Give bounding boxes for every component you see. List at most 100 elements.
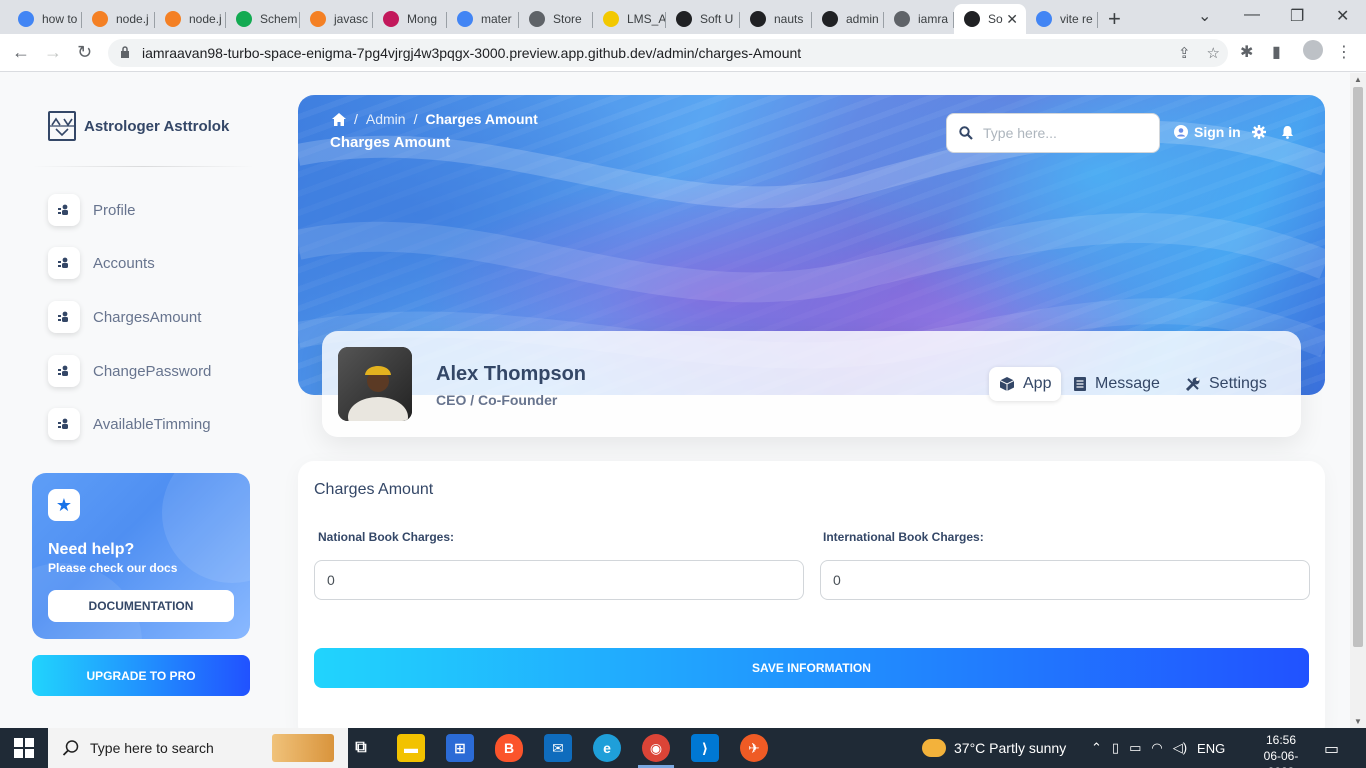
- browser-tab[interactable]: vite re: [1026, 4, 1098, 34]
- breadcrumb-separator: /: [354, 111, 358, 127]
- browser-tab[interactable]: iamra: [884, 4, 954, 34]
- user-list-icon: [48, 301, 80, 333]
- side-panel-icon[interactable]: ▮: [1272, 42, 1281, 62]
- national-charges-input[interactable]: [314, 560, 804, 600]
- google-icon: [1036, 11, 1052, 27]
- browser-tab[interactable]: Soft U: [666, 4, 740, 34]
- documentation-button[interactable]: DOCUMENTATION: [48, 590, 234, 622]
- home-icon[interactable]: [332, 112, 346, 126]
- browser-tab[interactable]: LMS_A: [593, 4, 666, 34]
- sidebar-item-accounts[interactable]: Accounts: [48, 246, 248, 280]
- browser-tab[interactable]: Schem: [226, 4, 300, 34]
- file-explorer-icon[interactable]: ▬: [397, 734, 425, 762]
- browser-tab[interactable]: node.j: [155, 4, 226, 34]
- browser-tab-label: node.j: [116, 12, 149, 26]
- browser-tab[interactable]: javasc: [300, 4, 373, 34]
- taskbar-search[interactable]: Type here to search: [48, 728, 348, 768]
- search-box[interactable]: [946, 113, 1160, 153]
- close-tab-icon[interactable]: ✕: [1006, 11, 1018, 28]
- browser-tab[interactable]: admin: [812, 4, 884, 34]
- gear-icon[interactable]: [1252, 125, 1266, 139]
- browser-tab[interactable]: node.j: [82, 4, 155, 34]
- search-icon: [959, 126, 973, 140]
- browser-tab-label: Store: [553, 12, 582, 26]
- tab-message[interactable]: Message: [1063, 367, 1170, 401]
- scroll-up-icon[interactable]: ▲: [1354, 75, 1362, 84]
- taskbar-clock[interactable]: 16:56 06-06-2023: [1256, 732, 1306, 768]
- forward-icon[interactable]: →: [44, 42, 62, 63]
- language-indicator[interactable]: ENG: [1197, 741, 1225, 756]
- chrome-browser-icon[interactable]: ◉: [642, 734, 670, 762]
- help-title: Need help?: [48, 541, 135, 558]
- vscode-icon[interactable]: ⟩: [691, 734, 719, 762]
- form-title: Charges Amount: [314, 481, 434, 498]
- maximize-button[interactable]: ❐: [1290, 6, 1304, 26]
- sidebar-item-chargesamount[interactable]: ChargesAmount: [48, 300, 248, 334]
- breadcrumb-admin[interactable]: Admin: [366, 111, 406, 127]
- reload-icon[interactable]: ↻: [77, 42, 92, 63]
- scrollbar-thumb[interactable]: [1353, 87, 1363, 647]
- more-menu-icon[interactable]: ⋮: [1336, 42, 1352, 62]
- address-bar[interactable]: iamraavan98-turbo-space-enigma-7pg4vjrgj…: [108, 39, 1228, 67]
- international-charges-input[interactable]: [820, 560, 1310, 600]
- bow-icon: [964, 11, 980, 27]
- search-input[interactable]: [983, 125, 1143, 141]
- browser-tab-label: nauts: [774, 12, 804, 26]
- sidebar-item-availabletimming[interactable]: AvailableTimming: [48, 407, 248, 441]
- edge-browser-icon[interactable]: e: [593, 734, 621, 762]
- tab-settings[interactable]: Settings: [1175, 367, 1277, 401]
- stackoverflow-icon: [310, 11, 326, 27]
- new-tab-button[interactable]: +: [1108, 6, 1121, 32]
- postman-icon[interactable]: ✈: [740, 734, 768, 762]
- browser-tab[interactable]: how to: [8, 4, 82, 34]
- sidebar-item-label: ChargesAmount: [93, 308, 202, 326]
- share-icon[interactable]: ⇪: [1178, 44, 1191, 62]
- star-icon: ★: [48, 489, 80, 521]
- tab-search-icon[interactable]: ⌄: [1198, 6, 1211, 26]
- sign-in-link[interactable]: Sign in: [1174, 124, 1241, 140]
- browser-tab-label: Mong: [407, 12, 438, 26]
- lock-icon: [121, 46, 129, 58]
- battery-icon[interactable]: ▭: [1129, 740, 1141, 756]
- tab-app[interactable]: App: [989, 367, 1062, 401]
- volume-icon[interactable]: ◁): [1173, 740, 1187, 756]
- notification-icon[interactable]: ▭: [1324, 739, 1339, 759]
- google-icon: [457, 11, 473, 27]
- bell-icon[interactable]: [1281, 125, 1294, 139]
- sidebar-item-profile[interactable]: Profile: [48, 193, 248, 227]
- page-scrollbar[interactable]: ▲ ▼: [1350, 73, 1366, 728]
- back-icon[interactable]: ←: [12, 42, 30, 63]
- browser-tab[interactable]: mater: [447, 4, 519, 34]
- clock-date: 06-06-2023: [1263, 749, 1299, 768]
- browser-tab-label: So: [988, 12, 1003, 26]
- weather-widget[interactable]: 37°C Partly sunny: [922, 728, 1066, 768]
- sidebar-item-changepassword[interactable]: ChangePassword: [48, 354, 248, 388]
- browser-tab-strip: how to node.j node.j Schem javasc Mong mater St…: [0, 0, 1366, 34]
- browser-tab[interactable]: Mong: [373, 4, 447, 34]
- chevron-up-icon[interactable]: ⌃: [1091, 740, 1102, 756]
- bookmark-star-icon[interactable]: ☆: [1207, 44, 1220, 62]
- weather-text: 37°C Partly sunny: [954, 740, 1067, 756]
- browser-tab[interactable]: So ✕: [954, 4, 1026, 34]
- browser-tab[interactable]: Store: [519, 4, 593, 34]
- microsoft-store-icon[interactable]: ⊞: [446, 734, 474, 762]
- international-charges-label: International Book Charges:: [823, 530, 984, 544]
- brand[interactable]: Astrologer Asttrolok: [48, 111, 229, 141]
- save-information-button[interactable]: SAVE INFORMATION: [314, 648, 1309, 688]
- task-view-icon[interactable]: ⧉: [347, 734, 375, 762]
- scroll-down-icon[interactable]: ▼: [1354, 717, 1362, 726]
- minimize-button[interactable]: —: [1244, 6, 1260, 24]
- wifi-icon[interactable]: ◠: [1151, 740, 1162, 756]
- device-icon[interactable]: ▯: [1112, 740, 1119, 756]
- close-window-button[interactable]: ✕: [1336, 6, 1349, 26]
- extensions-icon[interactable]: ✱: [1240, 42, 1253, 62]
- brave-browser-icon[interactable]: B: [495, 734, 523, 762]
- mail-icon[interactable]: ✉: [544, 734, 572, 762]
- windows-start-icon[interactable]: [14, 738, 34, 758]
- browser-tab-label: Schem: [260, 12, 298, 26]
- browser-tab[interactable]: nauts: [740, 4, 812, 34]
- upgrade-to-pro-button[interactable]: UPGRADE TO PRO: [32, 655, 250, 696]
- sidebar-item-label: Accounts: [93, 254, 155, 272]
- profile-avatar-icon[interactable]: [1303, 40, 1323, 60]
- search-icon: [62, 740, 79, 756]
